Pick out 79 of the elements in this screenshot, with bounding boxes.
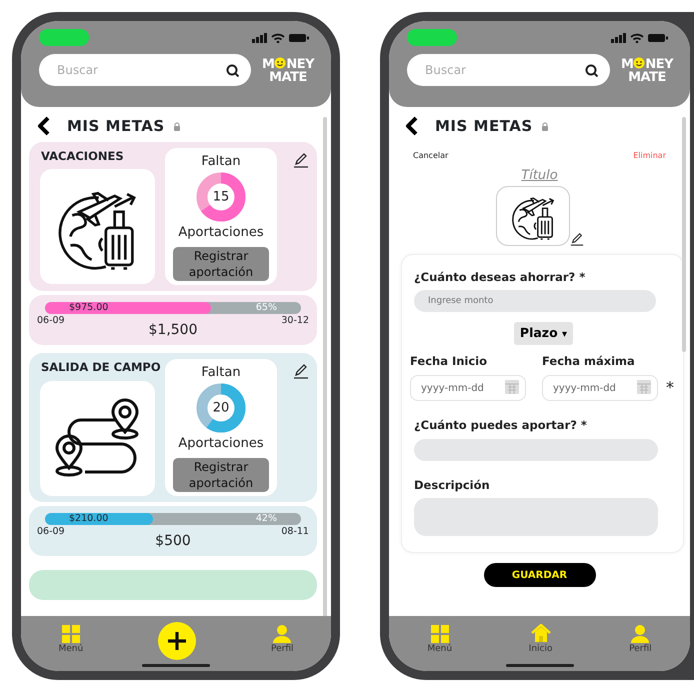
progress-ring xyxy=(195,382,247,434)
unit-label: Aportaciones xyxy=(178,224,264,242)
time-pill xyxy=(407,29,457,46)
description-field[interactable] xyxy=(414,498,658,536)
register-button[interactable]: Registrar aportación xyxy=(173,458,269,492)
nav-label[interactable]: Menú xyxy=(427,642,452,656)
battery-icon xyxy=(289,32,309,42)
cancel-link[interactable]: Cancelar xyxy=(413,150,448,162)
date-field[interactable]: yyyy-mm-dd xyxy=(542,375,658,402)
search-icon[interactable] xyxy=(585,64,598,77)
goal-name: SALIDA DE CAMPO xyxy=(41,358,161,376)
home-indicator xyxy=(506,664,574,667)
search-field[interactable]: Buscar xyxy=(407,54,610,86)
nav-label[interactable]: Perfil xyxy=(271,642,294,656)
page-title: MIS METAS xyxy=(67,116,165,137)
goal-amount: $500 xyxy=(155,532,191,550)
saved-amount: $975.00 xyxy=(69,302,108,314)
save-button[interactable]: GUARDAR xyxy=(484,563,596,588)
end-date: 08-11 xyxy=(281,524,309,538)
wifi-icon xyxy=(630,32,644,42)
nav-label[interactable]: Menú xyxy=(58,642,84,656)
goal-title[interactable]: Título xyxy=(521,168,558,182)
date-field[interactable]: yyyy-mm-dd xyxy=(410,375,526,402)
lock-icon xyxy=(172,122,181,131)
add-button[interactable] xyxy=(158,622,196,660)
search-icon[interactable] xyxy=(226,64,239,77)
signal-icon xyxy=(611,32,626,42)
remaining-count: 15 xyxy=(212,188,230,206)
app-logo: M NEY MATE xyxy=(260,56,316,84)
plus-icon xyxy=(166,630,188,652)
goal-amount: $1,500 xyxy=(148,320,198,340)
battery-icon xyxy=(648,32,668,42)
percent-label: 65% xyxy=(256,302,277,314)
start-date: 06-09 xyxy=(37,524,65,538)
unit-label: Aportaciones xyxy=(178,435,264,453)
nav-label[interactable]: Inicio xyxy=(528,643,552,657)
nav-label[interactable]: Perfil xyxy=(629,642,652,656)
field-label: Fecha Inicio xyxy=(410,352,488,370)
pencil-icon[interactable] xyxy=(293,152,309,168)
start-date: 06-09 xyxy=(37,314,65,328)
remaining-label: Faltan xyxy=(201,364,241,382)
calendar-icon[interactable] xyxy=(637,378,651,394)
remaining-label: Faltan xyxy=(201,152,241,170)
goal-name: VACACIONES xyxy=(41,148,124,164)
grid-icon[interactable] xyxy=(430,624,449,643)
amount-field[interactable]: Ingrese monto xyxy=(414,290,656,312)
home-icon[interactable] xyxy=(530,624,551,644)
required-mark: * xyxy=(666,376,674,398)
time-pill xyxy=(39,29,89,46)
field-label: ¿Cuánto deseas ahorrar? * xyxy=(414,268,586,286)
back-icon[interactable] xyxy=(37,116,51,136)
field-label: ¿Cuánto puedes aportar? * xyxy=(414,417,588,434)
signal-icon xyxy=(252,32,267,42)
end-date: 30-12 xyxy=(281,314,309,328)
pencil-icon[interactable] xyxy=(570,232,584,246)
page-title: MIS METAS xyxy=(435,116,533,137)
remaining-count: 20 xyxy=(212,399,230,418)
delete-link[interactable]: Eliminar xyxy=(633,150,666,162)
calendar-icon[interactable] xyxy=(505,378,519,394)
register-button[interactable]: Registrar aportación xyxy=(173,246,269,280)
scrollbar[interactable] xyxy=(682,117,686,352)
profile-icon[interactable] xyxy=(273,624,292,643)
pencil-icon[interactable] xyxy=(293,363,309,380)
scrollbar[interactable] xyxy=(323,117,327,616)
grid-icon[interactable] xyxy=(62,624,80,643)
profile-icon[interactable] xyxy=(631,624,650,643)
wifi-icon xyxy=(271,32,285,42)
lock-icon xyxy=(540,122,549,131)
search-field[interactable]: Buscar xyxy=(39,54,251,86)
home-indicator xyxy=(142,664,210,667)
back-icon[interactable] xyxy=(405,116,419,136)
field-label: Descripción xyxy=(414,476,491,494)
term-select[interactable]: Plazo ▾ xyxy=(514,322,574,344)
progress-ring xyxy=(195,171,247,223)
field-label: Fecha máxima xyxy=(542,352,636,370)
app-logo: M NEY MATE xyxy=(620,56,674,84)
contribution-field[interactable] xyxy=(414,438,658,460)
percent-label: 42% xyxy=(256,512,277,524)
saved-amount: $210.00 xyxy=(69,512,108,524)
